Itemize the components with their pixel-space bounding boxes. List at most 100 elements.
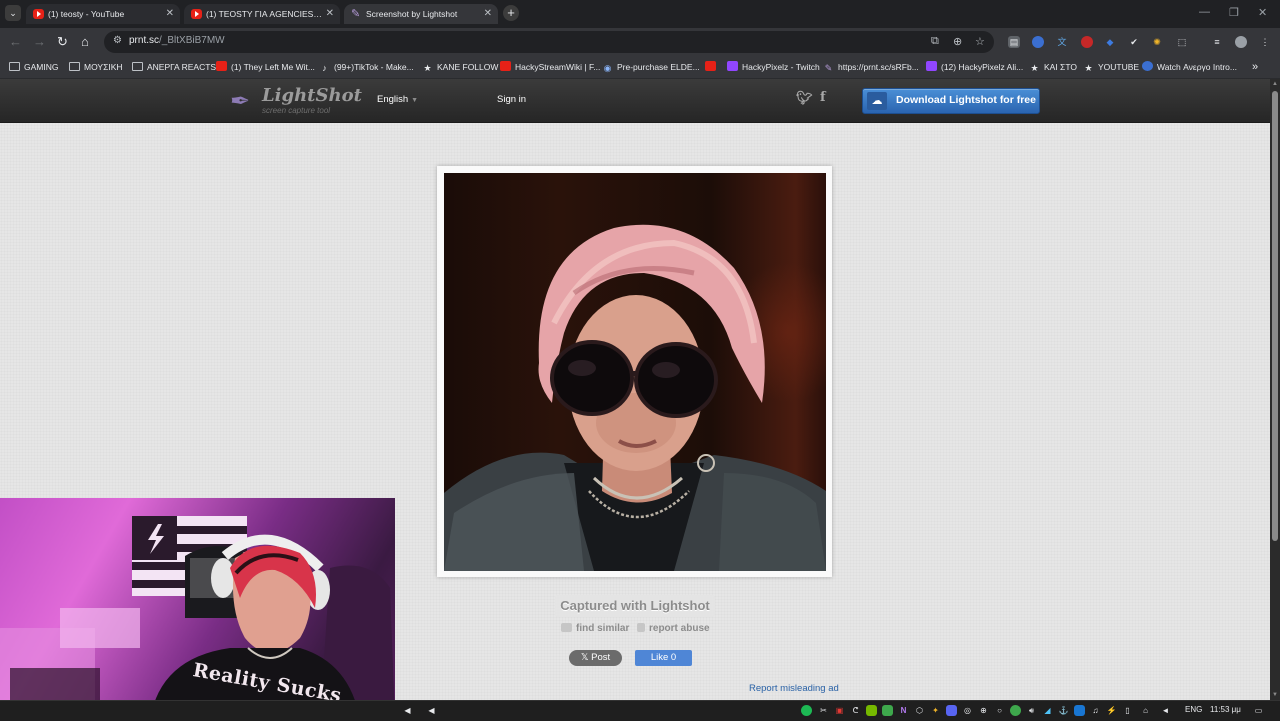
extensions-puzzle-icon[interactable]: ⬚ (1176, 36, 1188, 48)
youtube-icon (33, 9, 44, 19)
bookmark-item[interactable]: ★ KANE FOLLOW (422, 60, 498, 74)
extension-icon[interactable] (1032, 36, 1044, 48)
extension-icon[interactable]: ✔ (1128, 36, 1140, 48)
bookmark-item[interactable]: ★ ΚΑΙ ΣΤΟ (1029, 60, 1077, 74)
battery-icon[interactable]: ▯ (1122, 705, 1133, 716)
close-window-icon[interactable]: ✕ (1258, 6, 1267, 19)
extension-icon[interactable]: ✺ (1151, 36, 1163, 48)
tab-youtube-channel[interactable]: (1) teosty - YouTube ✕ (26, 4, 180, 24)
language-selector[interactable]: English ▼ (377, 94, 418, 105)
microphone-icon[interactable]: ♫ (1090, 705, 1101, 716)
x-post-button[interactable]: 𝕏 Post (569, 650, 622, 666)
tray-icon[interactable]: ◢ (1042, 705, 1053, 716)
bookmark-folder-music[interactable]: ΜΟΥΣΙΚΗ (69, 60, 123, 74)
tray-icon[interactable]: ▣ (834, 705, 845, 716)
bookmark-item[interactable]: ★ YOUTUBE (1083, 60, 1139, 74)
reading-list-icon[interactable]: ≡ (1211, 36, 1223, 48)
find-similar-link[interactable]: find similar (561, 623, 629, 634)
tab-youtube-video[interactable]: (1) TEOSTY ΓΙΑ AGENCIES ΚΑΙ Ο ✕ (184, 4, 340, 24)
download-lightshot-button[interactable]: ☁ Download Lightshot for free (862, 88, 1040, 114)
tray-icon[interactable]: ⚓ (1058, 705, 1069, 716)
bookmark-item[interactable]: ◉ Pre-purchase ELDE... (602, 60, 700, 74)
bookmark-item[interactable]: Watch Ανεργο Intro... (1142, 60, 1237, 74)
volume-icon[interactable]: 🔊︎ (1026, 705, 1037, 716)
bookmark-item[interactable]: ♪ (99+)TikTok - Make... (319, 60, 414, 74)
report-abuse-link[interactable]: report abuse (637, 623, 710, 634)
notifications-icon[interactable]: ▭ (1253, 705, 1264, 716)
input-language[interactable]: ENG (1185, 705, 1202, 714)
extension-icon[interactable]: ◆ (1104, 36, 1116, 48)
bookmark-folder-anerga-reacts[interactable]: ΑΝΕΡΓΑ REACTS (132, 60, 216, 74)
address-bar[interactable]: ⚙ prnt.sc/_BltXBiB7MW ⧉ ⊕ ☆ (104, 31, 994, 53)
discord-icon[interactable] (946, 705, 957, 716)
youtube-icon (216, 61, 227, 71)
tray-icon[interactable]: N (898, 705, 909, 716)
bookmarks-overflow-button[interactable]: » (1252, 60, 1258, 74)
minimize-icon[interactable]: — (1199, 6, 1210, 18)
new-tab-button[interactable]: + (503, 5, 519, 21)
bookmark-item[interactable]: (12) HackyPixelz Ali... (926, 60, 1023, 74)
nvidia-icon[interactable] (866, 705, 877, 716)
url-text[interactable]: prnt.sc/_BltXBiB7MW (129, 35, 225, 46)
tab-strip: ⌄ (1) teosty - YouTube ✕ (1) TEOSTY ΓΙΑ … (0, 0, 1280, 28)
bookmark-folder-gaming[interactable]: GAMING (9, 60, 58, 74)
profile-avatar-icon[interactable] (1235, 36, 1247, 48)
forward-icon[interactable]: → (33, 33, 46, 51)
tray-icon[interactable] (1010, 705, 1021, 716)
tab-search-button[interactable]: ⌄ (5, 5, 21, 21)
install-app-icon[interactable]: ⧉ (931, 35, 939, 48)
bookmark-item[interactable] (705, 60, 720, 74)
tray-icon[interactable]: ◎ (962, 705, 973, 716)
tray-icon[interactable] (882, 705, 893, 716)
zoom-icon[interactable]: ⊕ (953, 35, 962, 48)
sign-in-link[interactable]: Sign in (497, 94, 526, 105)
lightshot-logo[interactable]: LightShot (262, 85, 362, 106)
speaker-icon[interactable]: ◀ (426, 705, 437, 716)
tray-icon[interactable]: ✦ (930, 705, 941, 716)
close-icon[interactable]: ✕ (326, 4, 334, 24)
tray-icon[interactable]: ᕦ (850, 705, 861, 716)
menu-kebab-icon[interactable]: ⋮ (1259, 36, 1271, 48)
facebook-like-button[interactable]: Like 0 (635, 650, 692, 666)
network-icon[interactable]: ⌂ (1140, 705, 1151, 716)
bookmark-item[interactable]: HackyPixelz - Twitch (727, 60, 820, 74)
page-scrollbar[interactable]: ▲ ▼ (1270, 79, 1280, 700)
maximize-icon[interactable]: ❐ (1229, 6, 1239, 19)
site-info-icon[interactable]: ⚙ (113, 35, 122, 46)
clock[interactable]: 11:53 μμ (1210, 705, 1241, 714)
close-icon[interactable]: ✕ (166, 4, 174, 24)
report-misleading-ad-link[interactable]: Report misleading ad (749, 683, 839, 694)
logo-subtitle: screen capture tool (262, 106, 331, 115)
sound-icon[interactable]: ◄ (1160, 705, 1171, 716)
speaker-icon[interactable]: ◀ (402, 705, 413, 716)
facebook-icon[interactable]: f (820, 90, 826, 105)
tray-icon[interactable]: ⚡ (1106, 705, 1117, 716)
translate-icon[interactable]: 文 (1056, 36, 1068, 48)
extension-icon[interactable] (1081, 36, 1093, 48)
scrollbar-thumb[interactable] (1272, 91, 1278, 541)
scroll-down-icon[interactable]: ▼ (1272, 692, 1278, 698)
tray-icon[interactable]: ○ (994, 705, 1005, 716)
twitter-icon[interactable]: 🐦︎ (796, 90, 813, 106)
spotify-icon[interactable] (801, 705, 812, 716)
home-icon[interactable]: ⌂ (81, 33, 89, 51)
scroll-up-icon[interactable]: ▲ (1272, 81, 1278, 87)
close-icon[interactable]: ✕ (484, 4, 492, 24)
tray-icon[interactable]: ⊕ (978, 705, 989, 716)
screenshot-image[interactable] (444, 173, 826, 571)
bookmark-item[interactable]: (1) They Left Me Wit... (216, 60, 315, 74)
tray-icon[interactable]: ⬡ (914, 705, 925, 716)
back-icon[interactable]: ← (9, 33, 22, 51)
lightshot-feather-icon: ✎ (824, 63, 833, 73)
extension-icon[interactable]: ▤ (1008, 36, 1020, 48)
bookmark-star-icon[interactable]: ☆ (975, 35, 985, 48)
tab-lightshot[interactable]: ✎ Screenshot by Lightshot ✕ (344, 4, 498, 24)
bookmark-item[interactable]: ✎ https://prnt.sc/sRFb... (823, 60, 919, 74)
tray-icon[interactable] (1074, 705, 1085, 716)
cloud-download-icon: ☁ (867, 92, 887, 110)
tray-icon[interactable]: ✂ (818, 705, 829, 716)
bookmark-item[interactable]: HackyStreamWiki | F... (500, 60, 600, 74)
tab-title: (1) TEOSTY ΓΙΑ AGENCIES ΚΑΙ Ο (206, 9, 322, 19)
webcam-overlay: Reality Sucks (0, 498, 395, 720)
reload-icon[interactable]: ↻ (57, 33, 68, 51)
